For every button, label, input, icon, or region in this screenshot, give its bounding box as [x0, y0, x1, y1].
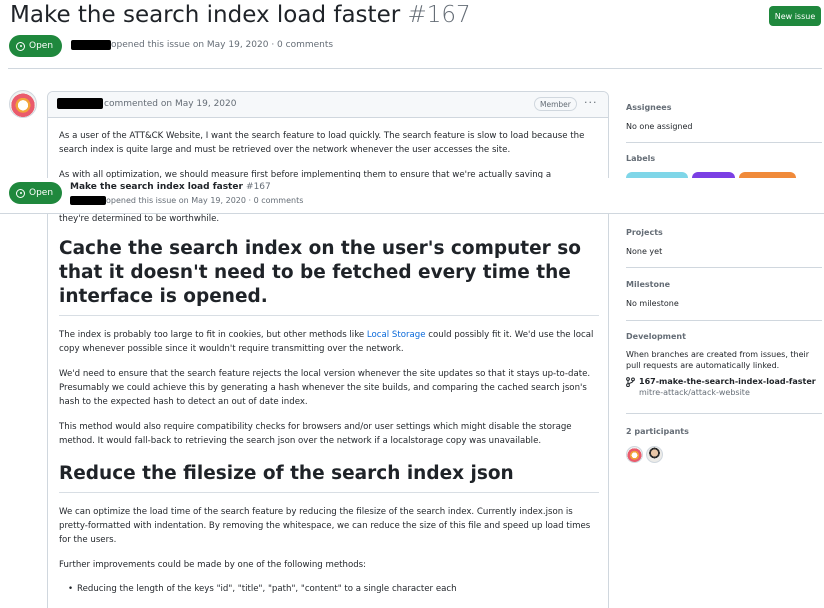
assignees-heading[interactable]: Assignees	[626, 103, 822, 112]
sidebar-milestone: Milestone No milestone	[626, 280, 822, 309]
redacted-author	[71, 40, 111, 50]
sticky-issue-header: Open Make the search index load faster #…	[0, 178, 824, 214]
paragraph: The index is probably too large to fit i…	[59, 328, 599, 356]
milestone-value: No milestone	[626, 299, 679, 308]
sidebar-divider	[626, 267, 822, 268]
methods-list: Reducing the length of the keys "id", "t…	[59, 582, 599, 596]
sidebar-participants: 2 participants	[626, 427, 822, 436]
comment-header: commented on May 19, 2020 Member ···	[48, 92, 608, 118]
open-issue-icon	[16, 188, 25, 198]
local-storage-link[interactable]: Local Storage	[367, 330, 426, 340]
labels-heading[interactable]: Labels	[626, 154, 822, 163]
issue-title: Make the search index load faster #167	[10, 2, 471, 28]
redacted-author	[70, 196, 106, 205]
paragraph: We'd need to ensure that the search feat…	[59, 369, 591, 407]
issue-number: #167	[407, 2, 471, 28]
new-issue-button[interactable]: New issue	[769, 6, 821, 26]
author-avatar[interactable]	[9, 90, 37, 118]
issue-state-label: Open	[29, 188, 54, 198]
sidebar-divider	[626, 142, 822, 143]
header-divider	[8, 68, 822, 69]
member-badge: Member	[534, 97, 577, 111]
section-heading: Cache the search index on the user's com…	[59, 237, 599, 316]
sticky-meta-text: opened this issue on May 19, 2020 · 0 co…	[106, 196, 304, 205]
issue-state-label: Open	[29, 41, 54, 51]
paragraph-text: The index is probably too large to fit i…	[59, 330, 367, 340]
git-branch-icon	[626, 377, 635, 387]
milestone-heading[interactable]: Milestone	[626, 280, 822, 289]
projects-heading[interactable]: Projects	[626, 228, 822, 237]
sidebar-labels: Labels	[626, 154, 822, 163]
sticky-issue-number: #167	[246, 182, 271, 192]
issue-meta-text: opened this issue on May 19, 2020 · 0 co…	[111, 40, 334, 50]
paragraph: We can optimize the load time of the sea…	[59, 507, 591, 545]
sticky-issue-title[interactable]: Make the search index load faster #167	[70, 182, 271, 192]
open-issue-icon	[16, 41, 25, 51]
development-heading[interactable]: Development	[626, 332, 822, 341]
sidebar-projects: Projects None yet	[626, 228, 822, 257]
issue-state-badge: Open	[9, 35, 63, 57]
participant-avatar[interactable]	[646, 446, 663, 463]
sidebar-divider	[626, 413, 822, 414]
paragraph: they're determined to be worthwhile.	[59, 214, 220, 224]
issue-state-badge: Open	[9, 182, 63, 204]
issue-comment: commented on May 19, 2020 Member ··· As …	[47, 91, 609, 608]
issue-title-text: Make the search index load faster	[10, 2, 401, 28]
issue-meta: opened this issue on May 19, 2020 · 0 co…	[71, 40, 333, 50]
section-heading: Reduce the filesize of the search index …	[59, 462, 599, 493]
branch-repo: mitre-attack/attack-website	[639, 388, 750, 397]
branch-name[interactable]: 167-make-the-search-index-load-faster	[639, 377, 816, 386]
sticky-issue-meta: opened this issue on May 19, 2020 · 0 co…	[70, 196, 303, 205]
projects-value: None yet	[626, 247, 663, 256]
linked-branch[interactable]: 167-make-the-search-index-load-faster mi…	[626, 377, 822, 397]
sticky-title-text: Make the search index load faster	[70, 182, 243, 192]
assignees-value: No one assigned	[626, 122, 693, 131]
paragraph: This method would also require compatibi…	[59, 422, 572, 446]
development-text: When branches are created from issues, t…	[626, 350, 810, 370]
sidebar-development: Development When branches are created fr…	[626, 332, 822, 397]
redacted-comment-author	[57, 98, 103, 109]
paragraph: Further improvements could be made by on…	[59, 560, 367, 570]
comment-date[interactable]: commented on May 19, 2020	[104, 99, 237, 109]
paragraph: As a user of the ATT&CK Website, I want …	[59, 131, 585, 155]
kebab-menu-icon[interactable]: ···	[584, 96, 598, 109]
participants-heading: 2 participants	[626, 427, 689, 436]
comment-author-meta: commented on May 19, 2020	[57, 98, 237, 109]
list-item: Reducing the length of the keys "id", "t…	[59, 582, 599, 596]
sidebar-assignees: Assignees No one assigned	[626, 103, 822, 132]
sidebar-divider	[626, 320, 822, 321]
participant-avatar[interactable]	[626, 446, 643, 463]
